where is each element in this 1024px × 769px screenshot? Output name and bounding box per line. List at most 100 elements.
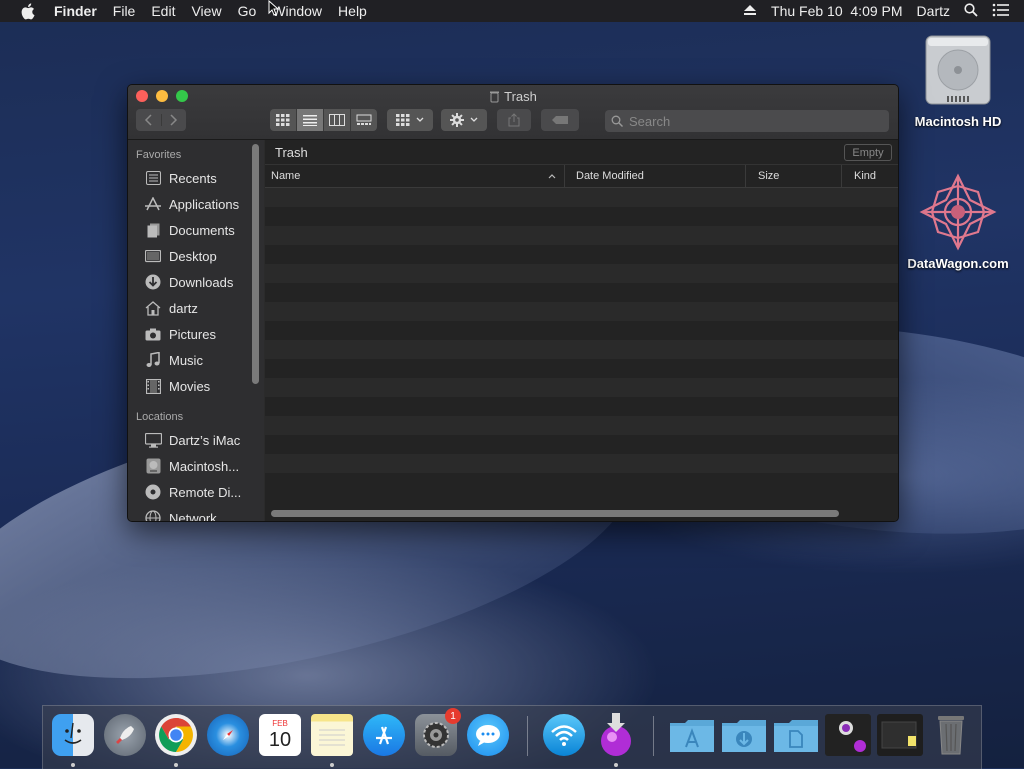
search-field[interactable]: Search [605,110,889,132]
group-grid-icon [396,114,410,126]
hard-drive-icon [922,32,994,110]
view-mode-control [270,109,377,131]
music-note-icon [144,351,162,369]
desktop-icon-datawagon[interactable]: DataWagon.com [903,172,1013,271]
table-row [265,226,898,245]
sidebar-item-macintosh-hd[interactable]: Macintosh... [128,453,264,479]
menu-go[interactable]: Go [238,3,257,19]
column-view-button[interactable] [324,109,351,131]
sidebar-item-music[interactable]: Music [128,347,264,373]
tags-button[interactable] [541,109,579,131]
downloads-folder-dock-icon[interactable] [721,714,767,756]
forward-button[interactable] [162,114,187,126]
nav-back-forward [136,109,186,131]
film-icon [144,377,162,395]
path-header: Trash Empty [265,140,898,165]
sidebar-item-label: Movies [169,378,211,394]
calendar-dock-icon[interactable]: FEB 10 [259,714,301,756]
downloads-icon [144,273,162,291]
sidebar-item-label: Remote Di... [169,484,242,500]
sidebar-item-desktop[interactable]: Desktop [128,243,264,269]
sidebar-item-recents[interactable]: Recents [128,165,264,191]
screenshot-stack-dock-icon[interactable] [877,714,923,756]
installer-dock-icon[interactable] [595,713,637,756]
empty-trash-button[interactable]: Empty [844,144,892,161]
sidebar-item-documents[interactable]: Documents [128,217,264,243]
gallery-view-button[interactable] [351,109,377,131]
sidebar-item-remote-disc[interactable]: Remote Di... [128,479,264,505]
sidebar-item-label: Recents [169,170,217,186]
app-store-dock-icon[interactable] [363,714,405,756]
gallery-icon [356,114,372,125]
sidebar-heading-locations: Locations [136,411,184,423]
safari-dock-icon[interactable] [207,714,249,756]
share-button[interactable] [497,109,531,131]
sidebar-item-applications[interactable]: Applications [128,191,264,217]
wifi-utility-dock-icon[interactable] [543,714,585,756]
sidebar-item-label: dartz [169,300,198,316]
menu-window[interactable]: Window [272,3,322,19]
table-row [265,264,898,283]
trash-dock-icon[interactable] [931,714,971,756]
window-title-text: Trash [504,89,537,104]
menu-edit[interactable]: Edit [151,3,175,19]
column-header-kind[interactable]: Kind [842,165,897,187]
share-icon [508,113,520,127]
sidebar-item-home[interactable]: dartz [128,295,264,321]
spotlight-icon[interactable] [964,2,978,20]
column-header-size[interactable]: Size [746,165,842,187]
menu-help[interactable]: Help [338,3,367,19]
horizontal-scrollbar[interactable] [271,510,839,517]
sidebar-item-pictures[interactable]: Pictures [128,321,264,347]
column-header-name[interactable]: Name [265,165,565,187]
camera-icon [144,325,162,343]
table-row [265,397,898,416]
trash-small-icon [489,90,500,106]
running-indicator [71,763,75,767]
icon-view-button[interactable] [270,109,297,131]
dock: FEB 10 1 [42,705,982,769]
sidebar-scrollbar[interactable] [252,144,259,384]
table-row [265,245,898,264]
notification-center-icon[interactable] [992,3,1010,20]
eject-icon[interactable] [743,3,757,19]
menu-app-name[interactable]: Finder [54,3,97,19]
search-placeholder: Search [629,113,671,129]
notes-dock-icon[interactable] [311,714,353,756]
sidebar-item-label: Macintosh... [169,458,240,474]
window-titlebar[interactable]: Trash Search [128,85,898,140]
menu-user[interactable]: Dartz [917,3,950,19]
menu-view[interactable]: View [191,3,221,19]
column-header-label: Date Modified [576,170,644,182]
running-indicator [614,763,618,767]
table-row [265,188,898,207]
list-view-button[interactable] [297,109,324,131]
path-label: Trash [275,144,308,160]
calendar-month: FEB [272,719,288,728]
finder-dock-icon[interactable] [52,714,94,756]
home-icon [144,299,162,317]
group-by-button[interactable] [387,109,433,131]
recent-item-dock-icon[interactable] [825,714,871,756]
desktop-icon-macintosh-hd[interactable]: Macintosh HD [903,32,1013,129]
back-button[interactable] [136,114,162,126]
sidebar-item-network[interactable]: Network [128,505,264,521]
documents-folder-dock-icon[interactable] [773,714,819,756]
action-menu-button[interactable] [441,109,487,131]
applications-folder-dock-icon[interactable] [669,714,715,756]
sidebar-item-imac[interactable]: Dartz’s iMac [128,427,264,453]
menu-file[interactable]: File [113,3,136,19]
column-header-date-modified[interactable]: Date Modified [565,165,746,187]
launchpad-dock-icon[interactable] [104,714,146,756]
sidebar-item-downloads[interactable]: Downloads [128,269,264,295]
sidebar-heading-favorites: Favorites [136,149,182,161]
messages-dock-icon[interactable] [467,714,509,756]
menu-clock[interactable]: Thu Feb 10 4:09 PM [771,3,903,19]
chrome-dock-icon[interactable] [155,714,197,756]
columns-icon [329,114,345,126]
apple-menu-icon[interactable] [20,2,38,20]
system-preferences-dock-icon[interactable]: 1 [415,708,461,756]
finder-window: Trash Search Favorites Recents Applicati… [127,84,899,522]
chevron-down-icon [470,117,478,122]
sidebar-item-movies[interactable]: Movies [128,373,264,399]
